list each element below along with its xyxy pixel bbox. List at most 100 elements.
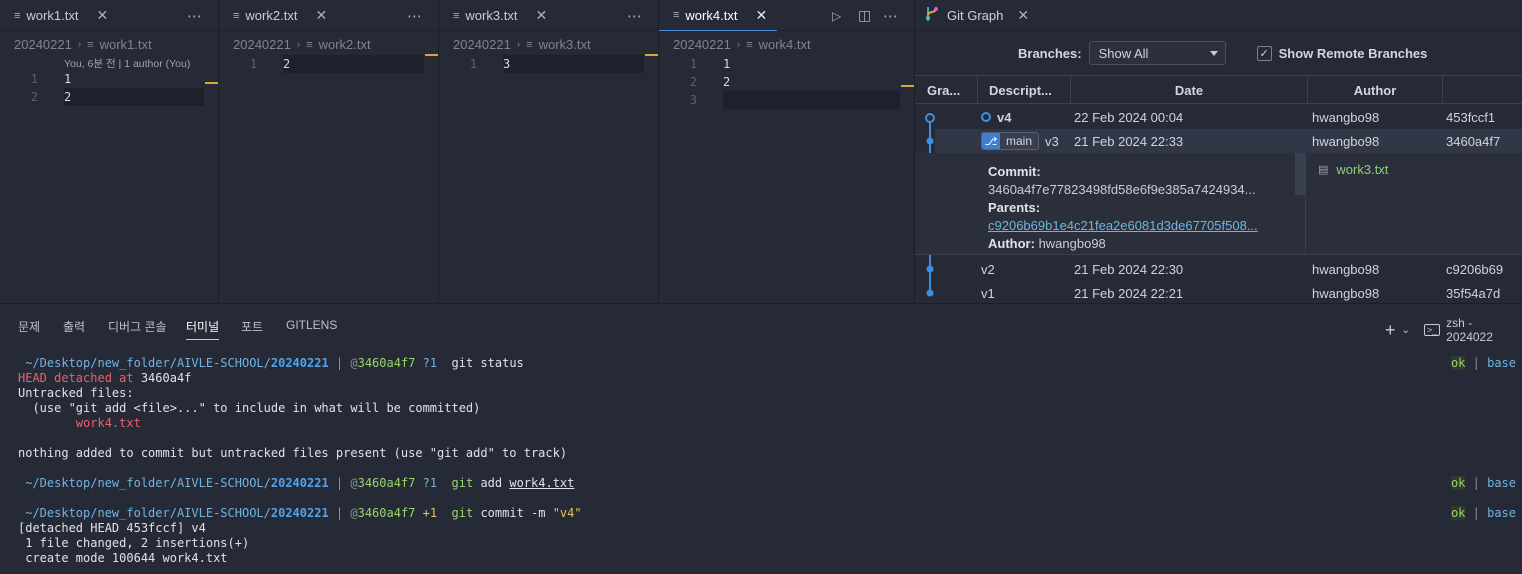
untracked-flag: ?1 <box>422 476 438 490</box>
breadcrumb-folder[interactable]: 20240221 <box>14 37 72 52</box>
show-remote-checkbox[interactable]: ✓ <box>1256 45 1272 61</box>
breadcrumb-file[interactable]: work2.txt <box>319 37 371 52</box>
close-icon[interactable]: ✕ <box>96 7 108 24</box>
staged-flag: +1 <box>422 506 438 520</box>
breadcrumb-file[interactable]: work4.txt <box>759 37 811 52</box>
code-line[interactable]: 2 2 <box>659 73 914 91</box>
plus-icon[interactable]: + <box>1385 320 1396 341</box>
tab-label: Git Graph <box>947 7 1004 23</box>
tab-gitlens[interactable]: GITLENS <box>286 318 337 336</box>
tab-bar: ≡ work1.txt ✕ ⋯ <box>0 0 218 31</box>
current-line-highlight <box>64 88 204 106</box>
prompt-path: ~/Desktop/new_folder/AIVLE-SCHOOL/202402… <box>25 356 328 370</box>
commit-author: hwangbo98 <box>1312 109 1380 125</box>
path-dir: 20240221 <box>270 476 329 490</box>
prompt-path: ~/Desktop/new_folder/AIVLE-SCHOOL/202402… <box>25 476 328 490</box>
status-env: base <box>1487 356 1516 370</box>
prompt-path: ~/Desktop/new_folder/AIVLE-SCHOOL/202402… <box>25 506 328 520</box>
codelens-blame[interactable]: You, 6분 전 | 1 author (You) <box>64 56 190 71</box>
breadcrumb-folder[interactable]: 20240221 <box>673 37 731 52</box>
close-icon[interactable]: ✕ <box>755 7 767 24</box>
show-remote-label[interactable]: Show Remote Branches <box>1279 46 1428 61</box>
breadcrumb-folder[interactable]: 20240221 <box>453 37 511 52</box>
commit-table-header: Gra... Descript... Date Author <box>915 75 1522 104</box>
status-env: base <box>1487 506 1516 520</box>
parents-label: Parents: <box>988 200 1041 215</box>
prompt-sha: 3460a4f7 <box>357 476 416 490</box>
changed-file-item[interactable]: ▤ work3.txt <box>1318 162 1388 177</box>
details-scrollbar[interactable] <box>1295 153 1305 195</box>
close-icon[interactable]: ✕ <box>315 7 327 24</box>
code-line[interactable]: 1 1 <box>0 70 218 88</box>
code-line-current[interactable]: 2 2 <box>0 88 218 106</box>
code-line-current[interactable]: 3 <box>659 91 914 109</box>
more-actions-icon[interactable]: ⋯ <box>627 0 643 31</box>
code-line-current[interactable]: 1 3 <box>439 55 658 73</box>
column-author[interactable]: Author <box>1308 76 1443 104</box>
tab-output[interactable]: 출력 <box>63 318 85 339</box>
line-text: 1 <box>723 57 731 71</box>
tab-work1[interactable]: ≡ work1.txt ✕ <box>0 0 118 31</box>
run-icon[interactable]: ▷ <box>832 0 842 31</box>
tab-git-graph[interactable]: Git Graph ✕ <box>915 0 1522 31</box>
commit-row[interactable]: v4 22 Feb 2024 00:04 hwangbo98 453fccf1 <box>915 105 1522 129</box>
more-actions-icon[interactable]: ⋯ <box>883 0 899 31</box>
file-lines-icon: ≡ <box>14 9 21 22</box>
editor-group-3: ≡ work3.txt ✕ ⋯ 20240221 › ≡ work3.txt 1… <box>439 0 659 303</box>
prompt-line: ~/Desktop/new_folder/AIVLE-SCHOOL/202402… <box>18 356 524 371</box>
chevron-down-icon[interactable]: ⌄ <box>1402 325 1410 336</box>
command-file: work4.txt <box>509 476 575 490</box>
file-lines-icon: ≡ <box>746 38 753 51</box>
editor-group-1: ≡ work1.txt ✕ ⋯ 20240221 › ≡ work1.txt Y… <box>0 0 219 303</box>
tab-bar: ≡ work3.txt ✕ ⋯ <box>439 0 658 31</box>
status-separator: | <box>1465 356 1488 370</box>
commit-hash: 3460a4f7 <box>1446 133 1501 149</box>
breadcrumb-file[interactable]: work1.txt <box>100 37 152 52</box>
tab-ports[interactable]: 포트 <box>241 318 263 339</box>
commit-author: hwangbo98 <box>1312 133 1380 149</box>
tab-problems[interactable]: 문제 <box>18 318 40 339</box>
current-line-highlight <box>723 91 900 109</box>
code-line-current[interactable]: 1 2 <box>219 55 438 73</box>
editor-group-4: ≡ work4.txt ✕ ▷ ◫ ⋯ 20240221 › ≡ work4.t… <box>659 0 915 303</box>
commit-row[interactable]: v2 21 Feb 2024 22:30 hwangbo98 c9206b69 <box>915 257 1522 281</box>
prompt-separator: | <box>328 356 351 370</box>
prompt-separator: | <box>328 506 351 520</box>
command-git: git <box>451 506 474 520</box>
breadcrumb-folder[interactable]: 20240221 <box>233 37 291 52</box>
column-date[interactable]: Date <box>1071 76 1308 104</box>
more-actions-icon[interactable]: ⋯ <box>187 0 203 31</box>
commit-hash: 35f54a7d <box>1446 285 1501 301</box>
terminal-shell-label[interactable]: zsh - 2024022 <box>1446 316 1522 344</box>
file-lines-icon: ≡ <box>453 9 460 22</box>
tab-label: work2.txt <box>245 8 298 23</box>
close-icon[interactable]: ✕ <box>1017 7 1029 24</box>
commit-row[interactable]: v1 21 Feb 2024 22:21 hwangbo98 35f54a7d <box>915 281 1522 305</box>
tab-terminal[interactable]: 터미널 <box>186 318 220 340</box>
tab-work3[interactable]: ≡ work3.txt ✕ <box>439 0 557 31</box>
column-graph[interactable]: Gra... <box>915 76 978 104</box>
column-description[interactable]: Descript... <box>978 76 1071 104</box>
split-editor-icon[interactable]: ◫ <box>858 0 872 31</box>
output-line: 1 file changed, 2 insertions(+) <box>18 536 250 550</box>
path-dir: 20240221 <box>270 356 329 370</box>
close-icon[interactable]: ✕ <box>535 7 547 24</box>
command: git status <box>451 356 524 370</box>
status-ok: ok <box>1450 476 1466 490</box>
branches-select[interactable]: Show All <box>1088 41 1226 65</box>
output-line: create mode 100644 work4.txt <box>18 551 228 565</box>
commit-date: 21 Feb 2024 22:30 <box>1074 261 1184 277</box>
code-line[interactable]: 1 1 <box>659 55 914 73</box>
breadcrumb-file[interactable]: work3.txt <box>539 37 591 52</box>
status-separator: | <box>1465 476 1488 490</box>
more-actions-icon[interactable]: ⋯ <box>407 0 423 31</box>
at-sign: @ <box>350 506 358 520</box>
tab-work2[interactable]: ≡ work2.txt ✕ <box>219 0 337 31</box>
branch-badge-main[interactable]: ⎇ main <box>981 132 1040 150</box>
tab-work4[interactable]: ≡ work4.txt ✕ <box>659 0 777 31</box>
branches-label: Branches: <box>1018 45 1082 61</box>
commit-row[interactable]: ⎇ main v3 21 Feb 2024 22:33 hwangbo98 34… <box>915 129 1522 153</box>
bottom-panel: 문제 출력 디버그 콘솔 터미널 포트 GITLENS + ⌄ >_ zsh -… <box>0 303 1522 574</box>
tab-debug-console[interactable]: 디버그 콘솔 <box>108 318 167 339</box>
parent-hash-link[interactable]: c9206b69b1e4c21fea2e6081d3de67705f508... <box>988 218 1258 233</box>
